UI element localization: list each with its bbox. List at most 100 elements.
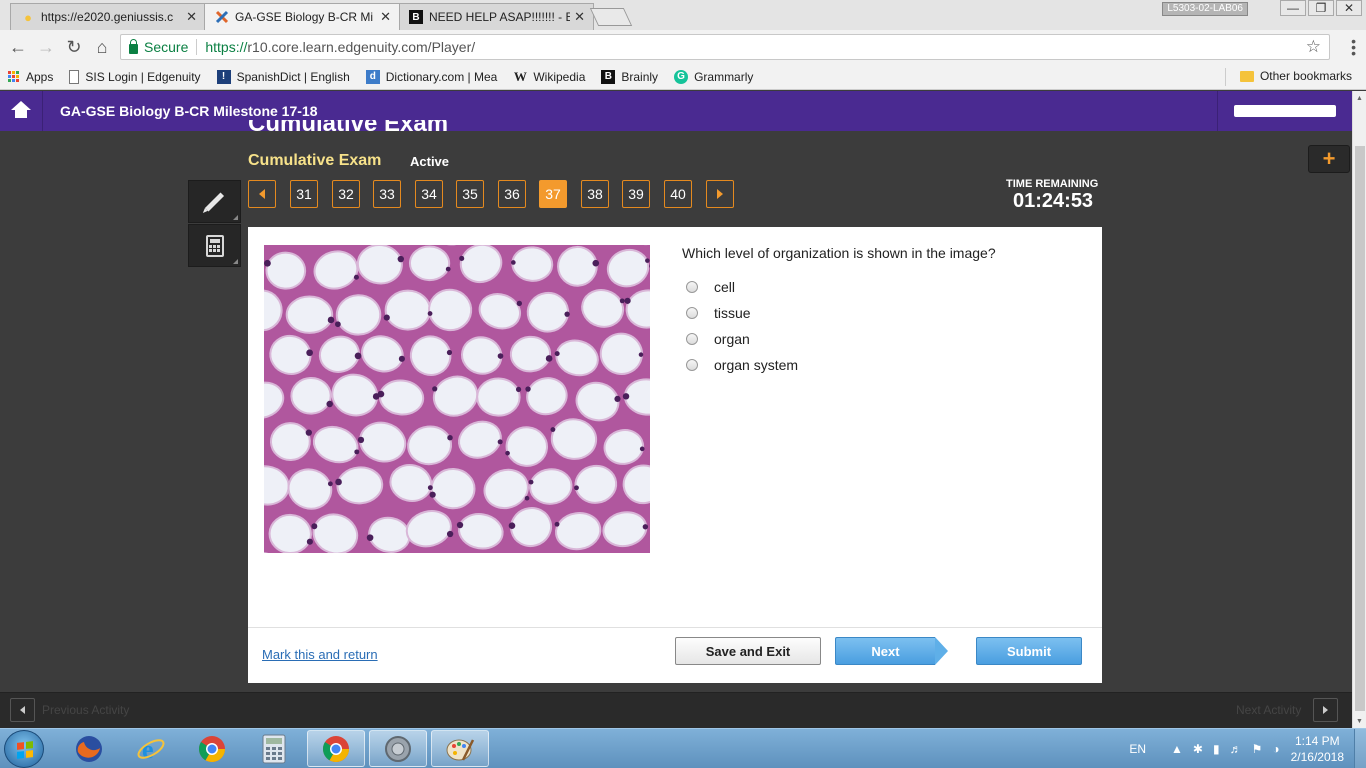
course-header: GA-GSE Biology B-CR Milestone 17-18 — [0, 91, 1352, 131]
taskbar-internet-explorer[interactable]: e — [122, 730, 180, 767]
action-center-icon[interactable]: ⚑ — [1252, 742, 1263, 756]
taskbar-clock[interactable]: 1:14 PM 2/16/2018 — [1291, 733, 1344, 765]
bookmark-spanishdict[interactable]: ! SpanishDict | English — [209, 69, 358, 84]
question-35[interactable]: 35 — [456, 180, 484, 208]
next-questions-button[interactable] — [706, 180, 734, 208]
close-icon[interactable]: ✕ — [380, 9, 391, 25]
previous-activity-button[interactable] — [10, 698, 35, 722]
cell-nucleus — [447, 434, 453, 441]
radio-button[interactable] — [686, 359, 698, 371]
page-scrollbar[interactable]: ▲ ▼ — [1352, 91, 1366, 729]
reload-icon[interactable]: ↻ — [60, 33, 88, 61]
next-button[interactable]: Next — [835, 637, 948, 665]
scroll-down-icon[interactable]: ▼ — [1356, 718, 1363, 725]
question-33[interactable]: 33 — [373, 180, 401, 208]
bookmark-dictionary[interactable]: d Dictionary.com | Mea — [358, 69, 506, 84]
cell-nucleus — [377, 390, 385, 398]
question-34[interactable]: 34 — [415, 180, 443, 208]
network-signal-icon[interactable]: ▮ — [1213, 742, 1220, 756]
option-label: cell — [714, 279, 736, 295]
pencil-icon — [204, 191, 225, 212]
internet-explorer-icon: e — [137, 735, 165, 764]
bookmark-wikipedia[interactable]: W Wikipedia — [505, 69, 593, 84]
question-40[interactable]: 40 — [664, 180, 692, 208]
tab-title: https://e2020.geniussis.c — [41, 10, 174, 24]
power-icon[interactable]: ◑ — [1272, 742, 1279, 756]
secure-indicator[interactable]: Secure — [129, 38, 188, 55]
taskbar-paint[interactable] — [431, 730, 489, 767]
answer-option-cell[interactable]: cell — [686, 279, 735, 295]
url-path: r10.core.learn.edgenuity.com/Player/ — [247, 39, 476, 55]
address-bar[interactable]: Secure https://r10.core.learn.edgenuity.… — [120, 34, 1330, 60]
language-indicator[interactable]: EN — [1129, 742, 1146, 756]
bookmark-star-icon[interactable]: ☆ — [1306, 37, 1321, 57]
close-icon[interactable]: ✕ — [574, 9, 585, 25]
other-bookmarks-label: Other bookmarks — [1259, 69, 1352, 83]
minimize-icon[interactable]: — — [1280, 0, 1306, 16]
bookmark-brainly[interactable]: B Brainly — [593, 69, 666, 84]
taskbar-calculator[interactable] — [245, 730, 303, 767]
cell-nucleus — [306, 538, 313, 545]
apps-grid-icon — [8, 70, 20, 83]
tab-title: GA-GSE Biology B-CR Mi — [235, 10, 374, 24]
forward-icon[interactable]: → — [32, 33, 60, 61]
bookmark-apps[interactable]: Apps — [0, 70, 61, 84]
cell-nucleus — [639, 446, 645, 452]
taskbar-chrome[interactable] — [183, 730, 241, 767]
volume-icon[interactable]: ♬ — [1230, 742, 1242, 756]
radio-button[interactable] — [686, 333, 698, 345]
next-activity-button[interactable] — [1313, 698, 1338, 722]
question-38[interactable]: 38 — [581, 180, 609, 208]
pencil-tool-button[interactable] — [188, 180, 241, 223]
question-37-current[interactable]: 37 — [539, 180, 567, 208]
back-icon[interactable]: ← — [4, 33, 32, 61]
radio-button[interactable] — [686, 307, 698, 319]
mark-and-return-link[interactable]: Mark this and return — [262, 647, 378, 662]
save-and-exit-button[interactable]: Save and Exit — [675, 637, 821, 665]
answer-option-organ[interactable]: organ — [686, 331, 750, 347]
restore-icon[interactable]: ❐ — [1308, 0, 1334, 16]
course-title: GA-GSE Biology B-CR Milestone 17-18 — [60, 103, 318, 119]
question-32[interactable]: 32 — [332, 180, 360, 208]
tissue-micrograph — [264, 245, 650, 553]
tab-geniussis[interactable]: ● https://e2020.geniussis.c ✕ — [10, 3, 206, 30]
cell-nucleus — [264, 259, 271, 267]
question-39[interactable]: 39 — [622, 180, 650, 208]
other-bookmarks[interactable]: Other bookmarks — [1239, 69, 1352, 83]
scrollbar-thumb[interactable] — [1355, 146, 1365, 711]
start-button[interactable] — [4, 730, 44, 768]
new-tab-button[interactable] — [589, 8, 633, 26]
home-button[interactable] — [0, 91, 43, 131]
browser-menu-icon[interactable]: • • • — [1351, 34, 1356, 60]
taskbar-chrome-open[interactable] — [307, 730, 365, 767]
scroll-up-icon[interactable]: ▲ — [1356, 95, 1363, 102]
bluetooth-icon[interactable]: ✱ — [1193, 742, 1203, 756]
tab-brainly[interactable]: B NEED HELP ASAP!!!!!!! - B ✕ — [398, 3, 594, 30]
show-hidden-icons[interactable]: ▲ — [1171, 742, 1183, 756]
cell-nucleus — [574, 485, 579, 491]
show-desktop-button[interactable] — [1354, 729, 1366, 768]
tab-edgenuity[interactable]: GA-GSE Biology B-CR Mi ✕ — [204, 3, 400, 30]
answer-option-tissue[interactable]: tissue — [686, 305, 751, 321]
bookmark-label: Brainly — [621, 69, 659, 84]
submit-button[interactable]: Submit — [976, 637, 1082, 665]
taskbar-speaker-app[interactable] — [369, 730, 427, 767]
bookmark-sis-login[interactable]: SIS Login | Edgenuity — [61, 69, 208, 84]
close-window-icon[interactable]: ✕ — [1336, 0, 1362, 16]
chrome-icon — [198, 735, 226, 762]
user-menu[interactable] — [1217, 91, 1352, 131]
option-label: tissue — [714, 305, 751, 321]
answer-option-organ-system[interactable]: organ system — [686, 357, 798, 373]
radio-button[interactable] — [686, 281, 698, 293]
previous-question-button[interactable] — [248, 180, 276, 208]
close-icon[interactable]: ✕ — [186, 9, 197, 25]
expand-plus-button[interactable]: + — [1308, 145, 1350, 173]
calculator-tool-button[interactable] — [188, 224, 241, 267]
question-31[interactable]: 31 — [290, 180, 318, 208]
browser-tabstrip: ● https://e2020.geniussis.c ✕ GA-GSE Bio… — [0, 0, 1366, 30]
cell-nucleus — [624, 297, 631, 304]
home-icon[interactable]: ⌂ — [88, 33, 116, 61]
bookmark-grammarly[interactable]: G Grammarly — [666, 69, 761, 84]
question-36[interactable]: 36 — [498, 180, 526, 208]
taskbar-firefox[interactable] — [60, 730, 118, 767]
